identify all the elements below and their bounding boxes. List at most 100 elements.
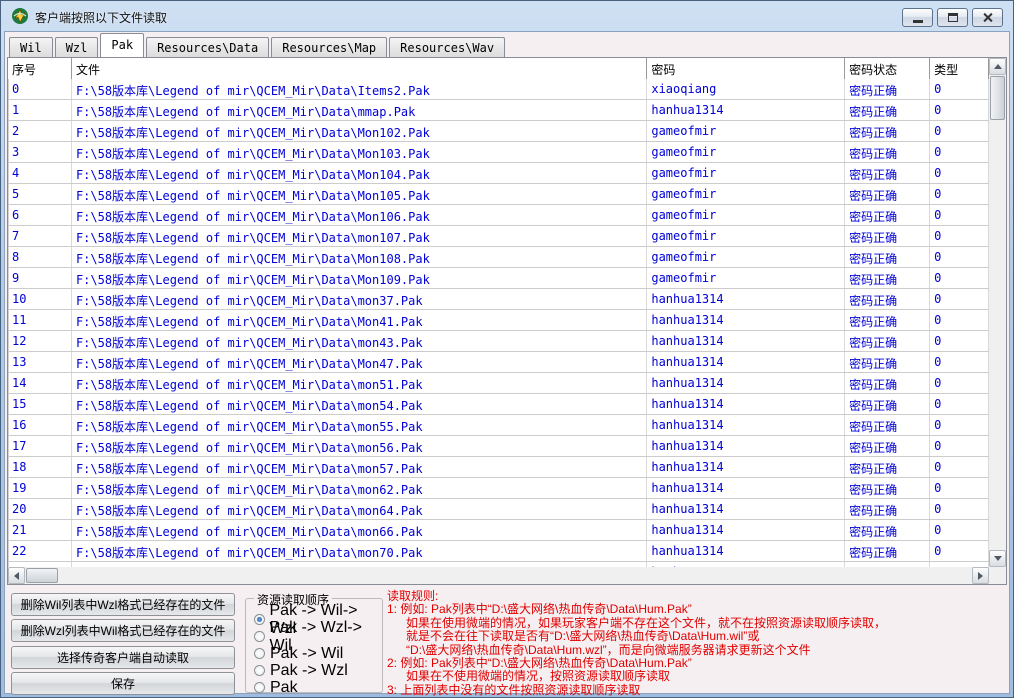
tab-pak[interactable]: Pak — [100, 33, 145, 57]
cell-index-text: 15 — [12, 397, 27, 411]
cell-type: 0 — [930, 79, 989, 99]
table-row[interactable]: 13 F:\58版本库\Legend of mir\QCEM_Mir\Data\M… — [8, 352, 989, 373]
column-header-3[interactable]: 密码状态 — [845, 58, 931, 79]
cell-type-text: 0 — [934, 334, 942, 348]
cell-file-text: F:\58版本库\Legend of mir\QCEM_Mir\Data\mon… — [75, 399, 423, 413]
arrow-down-icon — [993, 556, 1002, 561]
table-row[interactable]: 22 F:\58版本库\Legend of mir\QCEM_Mir\Data\m… — [8, 541, 989, 562]
cell-file: F:\58版本库\Legend of mir\QCEM_Mir\Data\mon… — [72, 541, 648, 561]
table-row[interactable]: 17 F:\58版本库\Legend of mir\QCEM_Mir\Data\m… — [8, 436, 989, 457]
title-bar[interactable]: 客户端按照以下文件读取 — [1, 1, 1013, 31]
radio-option-3[interactable]: Pak -> Wzl — [254, 662, 382, 679]
app-window: 客户端按照以下文件读取 Wil Wzl Pak Resources\Data Resou… — [0, 0, 1014, 698]
cell-type-text: 0 — [934, 523, 942, 537]
table-row[interactable]: 14 F:\58版本库\Legend of mir\QCEM_Mir\Data\m… — [8, 373, 989, 394]
rule-line-text: “D:\盛大网络\热血传奇\Data\Hum.wzl”，而是向微端服务器请求更新… — [406, 642, 811, 657]
column-header-1[interactable]: 文件 — [71, 58, 648, 79]
cell-index: 20 — [8, 499, 72, 519]
action-button-0[interactable]: 删除Wil列表中Wzl格式已经存在的文件 — [11, 593, 235, 616]
radio-label: Pak -> Wil — [270, 644, 344, 662]
cell-password-text: hanhua1314 — [651, 397, 724, 411]
table-row[interactable]: 10 F:\58版本库\Legend of mir\QCEM_Mir\Data\m… — [8, 289, 989, 310]
tab-resources-wav[interactable]: Resources\Wav — [389, 37, 506, 57]
table-row[interactable]: 15 F:\58版本库\Legend of mir\QCEM_Mir\Data\m… — [8, 394, 989, 415]
table-row[interactable]: 0 F:\58版本库\Legend of mir\QCEM_Mir\Data\It… — [8, 79, 989, 100]
horizontal-scroll-thumb[interactable] — [26, 568, 58, 583]
rule-line-text: 读取规则: — [387, 589, 439, 603]
table-row[interactable]: 1 F:\58版本库\Legend of mir\QCEM_Mir\Data\mm… — [8, 100, 989, 121]
table-row[interactable]: 12 F:\58版本库\Legend of mir\QCEM_Mir\Data\m… — [8, 331, 989, 352]
client-area: Wil Wzl Pak Resources\Data Resources\Map Reso… — [4, 31, 1010, 697]
read-rules-text: 读取规则: 1: 例如: Pak列表中“D:\盛大网络\热血传奇\Data\Hum… — [387, 589, 1007, 697]
column-header-2[interactable]: 密码 — [647, 58, 846, 79]
cell-type-text: 0 — [934, 397, 942, 411]
vertical-scroll-thumb[interactable] — [990, 76, 1005, 120]
cell-type-text: 0 — [934, 250, 942, 264]
cell-index-text: 5 — [12, 187, 20, 201]
tab-wil[interactable]: Wil — [9, 37, 53, 57]
cell-type: 0 — [930, 268, 989, 288]
horizontal-scrollbar[interactable] — [8, 567, 989, 584]
cell-password-text: gameofmir — [651, 208, 717, 222]
minimize-button[interactable] — [902, 8, 933, 27]
table-row[interactable]: 5 F:\58版本库\Legend of mir\QCEM_Mir\Data\Mo… — [8, 184, 989, 205]
action-button-label: 保存 — [110, 677, 135, 691]
cell-type: 0 — [930, 331, 989, 351]
arrow-up-icon — [993, 64, 1002, 69]
cell-password-text: gameofmir — [651, 145, 717, 159]
maximize-button[interactable] — [937, 8, 968, 27]
table-row[interactable]: 20 F:\58版本库\Legend of mir\QCEM_Mir\Data\m… — [8, 499, 989, 520]
close-button[interactable] — [972, 8, 1003, 27]
column-header-label: 文件 — [75, 63, 100, 77]
action-button-label: 删除Wil列表中Wzl格式已经存在的文件 — [20, 598, 226, 612]
column-header-4[interactable]: 类型 — [930, 58, 989, 79]
cell-index-text: 7 — [12, 229, 20, 243]
cell-status: 密码正确 — [845, 331, 931, 351]
radio-option-1[interactable]: Pak -> Wzl-> Wil — [254, 619, 382, 654]
table-row[interactable]: 21 F:\58版本库\Legend of mir\QCEM_Mir\Data\m… — [8, 520, 989, 541]
table-row[interactable]: 18 F:\58版本库\Legend of mir\QCEM_Mir\Data\m… — [8, 457, 989, 478]
tab-resources-data[interactable]: Resources\Data — [146, 37, 270, 57]
table-row[interactable]: 11 F:\58版本库\Legend of mir\QCEM_Mir\Data\M… — [8, 310, 989, 331]
cell-status-text: 密码正确 — [849, 273, 898, 287]
cell-status: 密码正确 — [845, 478, 931, 498]
cell-password: hanhua1314 — [647, 100, 846, 120]
table-row[interactable]: 2 F:\58版本库\Legend of mir\QCEM_Mir\Data\Mo… — [8, 121, 989, 142]
table-row[interactable]: 4 F:\58版本库\Legend of mir\QCEM_Mir\Data\Mo… — [8, 163, 989, 184]
radio-option-4[interactable]: Pak — [254, 679, 382, 696]
cell-status: 密码正确 — [845, 436, 931, 456]
cell-status: 密码正确 — [845, 226, 931, 246]
tab-wzl[interactable]: Wzl — [54, 37, 99, 57]
cell-status-text: 密码正确 — [849, 420, 898, 434]
table-row[interactable]: 3 F:\58版本库\Legend of mir\QCEM_Mir\Data\Mo… — [8, 142, 989, 163]
cell-password: hanhua1314 — [647, 520, 846, 540]
scroll-right-button[interactable] — [972, 567, 989, 584]
cell-password: hanhua1314 — [647, 310, 846, 330]
scroll-left-button[interactable] — [8, 567, 25, 584]
cell-password-text: gameofmir — [651, 166, 717, 180]
cell-index-text: 18 — [12, 460, 27, 474]
table-row[interactable]: 7 F:\58版本库\Legend of mir\QCEM_Mir\Data\mo… — [8, 226, 989, 247]
cell-type-text: 0 — [934, 313, 942, 327]
table-row[interactable]: 6 F:\58版本库\Legend of mir\QCEM_Mir\Data\Mo… — [8, 205, 989, 226]
cell-type-text: 0 — [934, 166, 942, 180]
list-body: 0 F:\58版本库\Legend of mir\QCEM_Mir\Data\It… — [8, 79, 989, 567]
table-row[interactable]: 16 F:\58版本库\Legend of mir\QCEM_Mir\Data\m… — [8, 415, 989, 436]
table-row[interactable]: 19 F:\58版本库\Legend of mir\QCEM_Mir\Data\m… — [8, 478, 989, 499]
cell-type-text: 0 — [934, 82, 942, 96]
cell-password-text: hanhua1314 — [651, 502, 724, 516]
vertical-scrollbar[interactable] — [989, 58, 1006, 567]
cell-file: F:\58版本库\Legend of mir\QCEM_Mir\Data\mon… — [72, 373, 648, 393]
tab-resources-map[interactable]: Resources\Map — [271, 37, 388, 57]
action-button-1[interactable]: 删除Wzl列表中Wil格式已经存在的文件 — [11, 619, 235, 642]
action-button-2[interactable]: 选择传奇客户端自动读取 — [11, 646, 235, 669]
cell-type-text: 0 — [934, 124, 942, 138]
scroll-down-button[interactable] — [989, 550, 1006, 567]
table-row[interactable]: 9 F:\58版本库\Legend of mir\QCEM_Mir\Data\Mo… — [8, 268, 989, 289]
column-header-0[interactable]: 序号 — [8, 58, 72, 79]
action-button-3[interactable]: 保存 — [11, 672, 235, 695]
cell-index-text: 12 — [12, 334, 27, 348]
scroll-up-button[interactable] — [989, 58, 1006, 75]
tab-label: Wil — [20, 41, 42, 55]
table-row[interactable]: 8 F:\58版本库\Legend of mir\QCEM_Mir\Data\Mo… — [8, 247, 989, 268]
